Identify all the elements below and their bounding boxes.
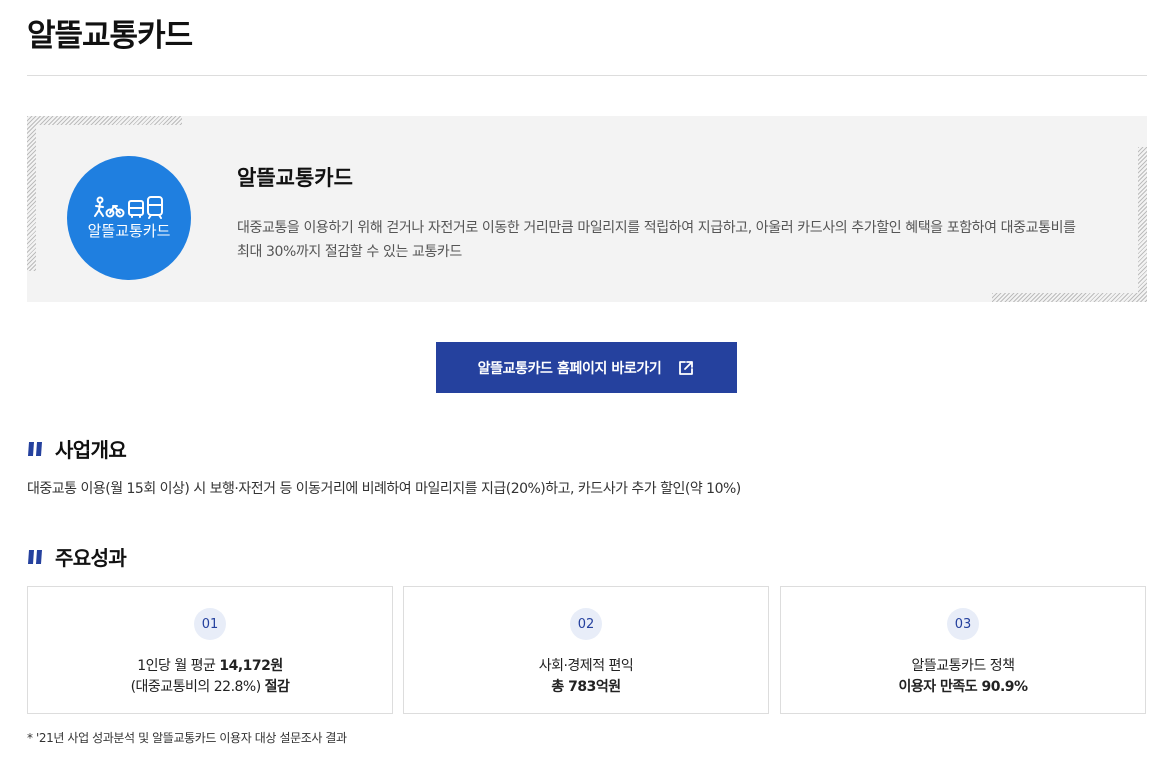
- card-text: 1인당 월 평균: [137, 658, 220, 674]
- card-number-badge: 01: [194, 608, 226, 640]
- intro-title: 알뜰교통카드: [237, 166, 353, 190]
- result-card: 02 사회·경제적 편익 총 783억원: [403, 586, 769, 714]
- intro-description: 대중교통을 이용하기 위해 걷거나 자전거로 이동한 거리만큼 마일리지를 적립…: [237, 220, 1076, 260]
- card-line: 1인당 월 평균 14,172원: [28, 655, 392, 675]
- card-highlight: 이용자 만족도 90.9%: [898, 679, 1028, 695]
- intro-box: 알뜰교통카드 알뜰교통카드 대중교통을 이용하기 위해 걷거나 자전거로 이동한…: [27, 116, 1147, 302]
- hatch-decoration: [1138, 147, 1147, 302]
- hatch-decoration: [27, 116, 36, 271]
- hatch-decoration: [27, 116, 182, 125]
- overview-text: 대중교통 이용(월 15회 이상) 시 보행·자전거 등 이동거리에 비례하여 …: [27, 481, 741, 497]
- results-title: 주요성과: [55, 546, 127, 570]
- hatch-decoration: [992, 293, 1147, 302]
- footnote: * '21년 사업 성과분석 및 알뜰교통카드 이용자 대상 설문조사 결과: [27, 731, 347, 745]
- result-card: 03 알뜰교통카드 정책 이용자 만족도 90.9%: [780, 586, 1146, 714]
- card-text: (대중교통비의 22.8%): [130, 679, 265, 695]
- svg-text:알뜰교통카드: 알뜰교통카드: [88, 222, 171, 240]
- title-divider: [27, 75, 1147, 76]
- transport-logo-icon: 알뜰교통카드: [88, 196, 171, 240]
- card-line: (대중교통비의 22.8%) 절감: [28, 676, 392, 696]
- overview-heading: 사업개요: [27, 434, 127, 463]
- card-logo: 알뜰교통카드: [67, 156, 191, 280]
- card-line: 알뜰교통카드 정책: [911, 658, 1016, 674]
- external-link-icon: [679, 360, 694, 375]
- overview-title: 사업개요: [55, 438, 127, 462]
- card-line: 사회·경제적 편익: [538, 658, 634, 674]
- card-number-badge: 02: [570, 608, 602, 640]
- homepage-link-button[interactable]: 알뜰교통카드 홈페이지 바로가기: [436, 342, 737, 393]
- page-title: 알뜰교통카드: [27, 18, 193, 54]
- card-highlight: 총 783억원: [551, 679, 621, 695]
- section-marker-icon: [28, 549, 42, 564]
- result-card: 01 1인당 월 평균 14,172원 (대중교통비의 22.8%) 절감: [27, 586, 393, 714]
- section-marker-icon: [28, 441, 42, 456]
- homepage-link-label: 알뜰교통카드 홈페이지 바로가기: [477, 360, 662, 377]
- card-number-badge: 03: [947, 608, 979, 640]
- results-heading: 주요성과: [27, 542, 127, 571]
- card-highlight: 절감: [264, 679, 290, 695]
- card-highlight: 14,172원: [219, 658, 283, 674]
